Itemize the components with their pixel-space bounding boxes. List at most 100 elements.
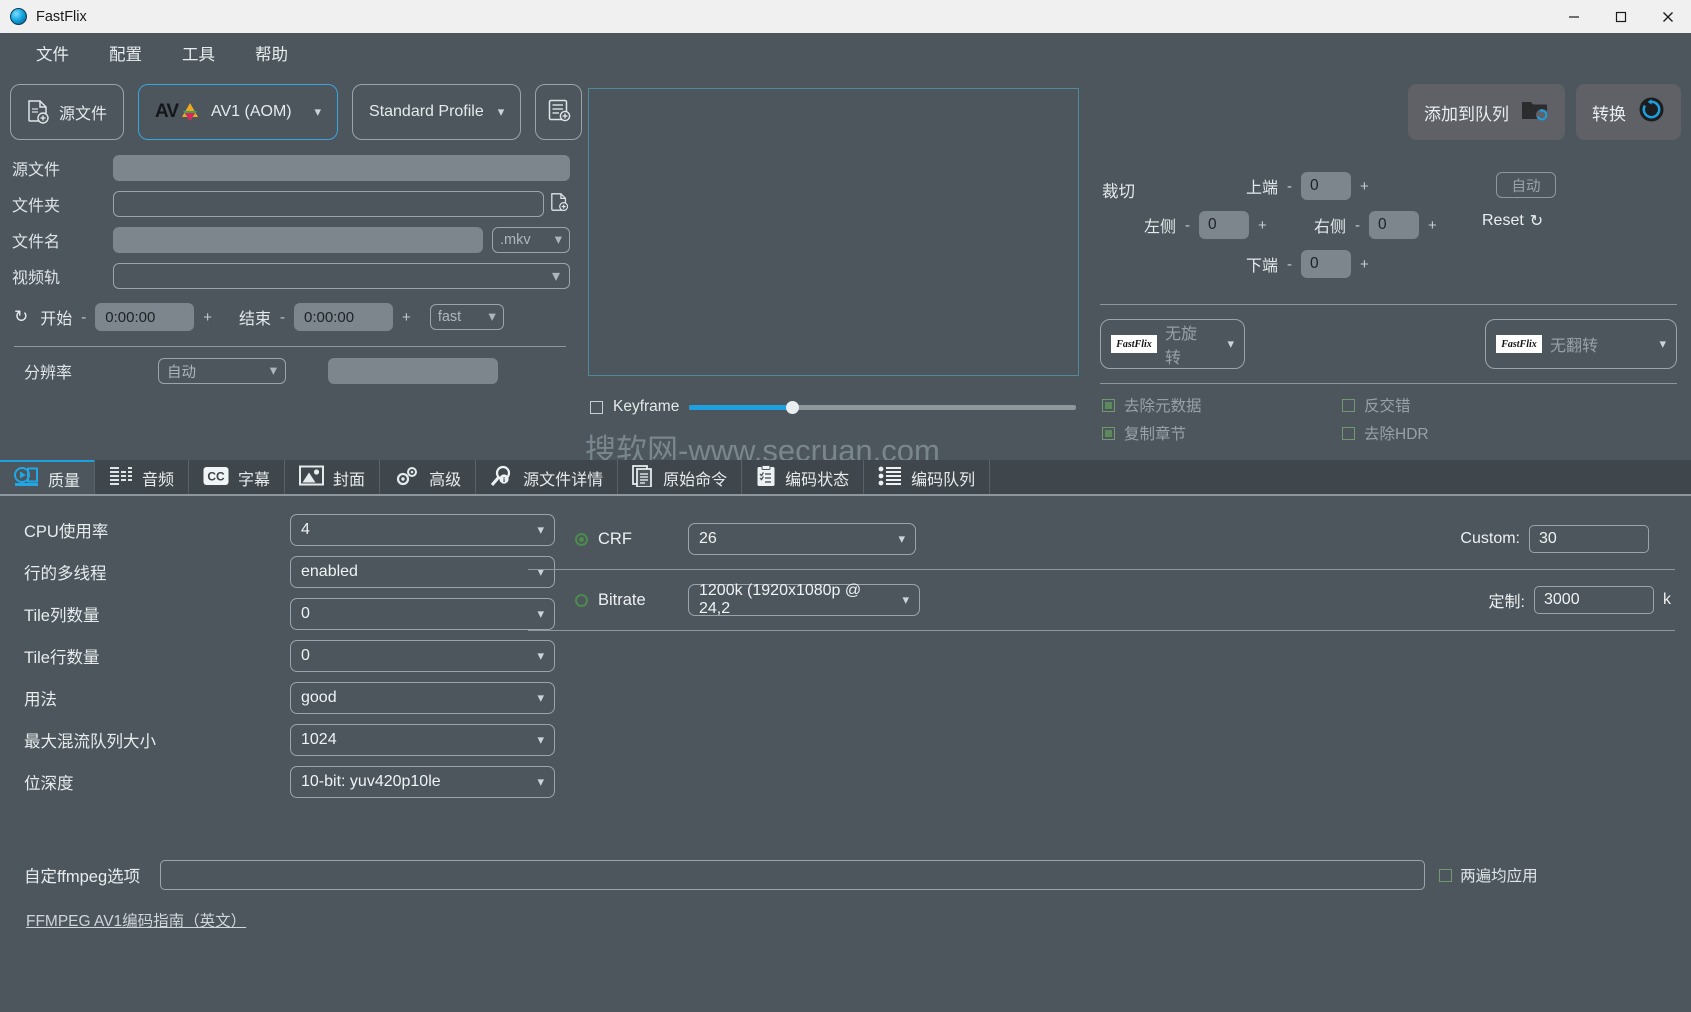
rotate-select[interactable]: FastFlix 无旋转 ▾ (1100, 319, 1245, 369)
cpu-usage-select[interactable]: 4 ▾ (290, 514, 555, 546)
crop-auto-button[interactable]: 自动 (1496, 172, 1556, 198)
resolution-custom-input[interactable] (328, 358, 499, 384)
deinterlace-checkbox-wrap[interactable]: 反交错 (1342, 394, 1582, 416)
crop-left-plus[interactable]: + (1258, 217, 1267, 234)
max-muxing-queue-select[interactable]: 1024 ▾ (290, 724, 555, 756)
crop-bottom-input[interactable]: 0 (1301, 250, 1352, 278)
tab-cover[interactable]: 封面 (285, 460, 381, 496)
document-command-icon (632, 464, 654, 492)
resolution-select[interactable]: 自动 ▾ (158, 358, 287, 384)
crop-bottom-minus[interactable]: - (1287, 256, 1292, 273)
tab-subtitle[interactable]: CC 字幕 (189, 460, 286, 496)
crf-radio[interactable] (575, 532, 588, 546)
crop-left-input[interactable]: 0 (1199, 211, 1250, 239)
option-checkbox-row-2: 复制章节 去除HDR (1096, 422, 1681, 444)
crop-right-input[interactable]: 0 (1369, 211, 1420, 239)
end-time-input[interactable]: 0:00:00 (294, 303, 394, 331)
filename-row: 文件名 .mkv ▾ (0, 222, 580, 258)
end-plus-button[interactable]: + (393, 309, 420, 326)
folder-browse-icon[interactable] (550, 192, 570, 217)
crop-reset-button[interactable]: Reset ↻ (1482, 211, 1543, 231)
menu-item-help[interactable]: 帮助 (235, 37, 308, 69)
bitrate-select[interactable]: 1200k (1920x1080p @ 24,2 ▾ (688, 582, 920, 617)
profile-select[interactable]: Standard Profile ▾ (352, 84, 522, 140)
crop-bottom-plus[interactable]: + (1360, 256, 1369, 273)
fastflix-window: FastFlix 文件 配置 工具 帮助 源文件 AV AV1 (AOM) ▾ … (0, 0, 1691, 1012)
start-plus-button[interactable]: + (194, 309, 221, 326)
end-minus-button[interactable]: - (271, 309, 294, 326)
flip-select[interactable]: FastFlix 无翻转 ▾ (1485, 319, 1677, 369)
start-time-input[interactable]: 0:00:00 (95, 303, 195, 331)
tab-audio[interactable]: 音频 (95, 460, 190, 496)
filename-input[interactable] (113, 227, 483, 253)
keyframe-checkbox[interactable] (590, 400, 603, 414)
menu-item-config[interactable]: 配置 (89, 37, 162, 69)
deinterlace-checkbox[interactable] (1342, 398, 1355, 412)
tile-columns-select[interactable]: 0 ▾ (290, 598, 555, 630)
maximize-button[interactable] (1597, 0, 1644, 33)
crf-select[interactable]: 26 ▾ (688, 523, 916, 555)
remove-hdr-checkbox[interactable] (1342, 426, 1355, 440)
tab-raw-command[interactable]: 原始命令 (618, 460, 743, 496)
start-minus-button[interactable]: - (72, 309, 95, 326)
tab-bar: 质量 音频 CC 字幕 封面 高级 i 源文件详情 原始命令 编码状态 编码队列 (0, 458, 1691, 496)
ffmpeg-options-row: 自定ffmpeg选项 两遍均应用 (0, 855, 1691, 895)
extension-select[interactable]: .mkv ▾ (492, 227, 570, 253)
crop-top-plus[interactable]: + (1360, 178, 1369, 195)
menu-item-tools[interactable]: 工具 (162, 37, 235, 69)
bitrate-radio[interactable] (575, 593, 588, 607)
preview-slider[interactable] (689, 400, 1076, 414)
ffmpeg-guide-link[interactable]: FFMPEG AV1编码指南（英文） (0, 909, 1691, 931)
add-profile-button[interactable] (535, 84, 583, 140)
two-pass-checkbox-wrap[interactable]: 两遍均应用 (1439, 864, 1538, 886)
remove-hdr-checkbox-wrap[interactable]: 去除HDR (1342, 422, 1582, 444)
source-file-input[interactable] (113, 155, 570, 181)
right-panel: 添加到队列 转换 裁切 上端 - 0 + 自动 左侧 - 0 + 右侧 - 0 … (1096, 84, 1681, 444)
remove-hdr-label: 去除HDR (1364, 426, 1429, 443)
tab-encode-status[interactable]: 编码状态 (742, 460, 865, 496)
tab-source-details[interactable]: i 源文件详情 (476, 460, 619, 496)
video-track-select[interactable]: ▾ (113, 263, 570, 289)
add-to-queue-button[interactable]: 添加到队列 (1408, 84, 1565, 140)
seek-mode-label: fast (437, 309, 462, 325)
crop-left-label: 左侧 (1144, 219, 1177, 236)
two-pass-checkbox[interactable] (1439, 868, 1453, 882)
tab-encode-queue[interactable]: 编码队列 (864, 460, 991, 496)
crop-right-plus[interactable]: + (1428, 217, 1437, 234)
rotate-value: 无旋转 (1165, 326, 1198, 367)
seek-mode-select[interactable]: fast ▾ (429, 304, 504, 330)
copy-chapters-checkbox-wrap[interactable]: 复制章节 (1102, 422, 1342, 444)
divider (1100, 304, 1677, 305)
crf-custom-input[interactable]: 30 (1529, 525, 1649, 553)
remove-metadata-checkbox[interactable] (1102, 398, 1115, 412)
folder-input[interactable] (113, 191, 544, 217)
crop-top-input[interactable]: 0 (1301, 172, 1352, 200)
trim-reset-icon[interactable]: ↻ (14, 307, 28, 327)
encoder-select[interactable]: AV AV1 (AOM) ▾ (138, 84, 339, 140)
source-file-button[interactable]: 源文件 (10, 84, 125, 140)
end-label: 结束 (239, 311, 272, 328)
close-button[interactable] (1644, 0, 1691, 33)
slider-handle[interactable] (786, 400, 799, 414)
row-mt-select[interactable]: enabled ▾ (290, 556, 555, 588)
menu-item-file[interactable]: 文件 (16, 37, 89, 69)
crop-top-minus[interactable]: - (1287, 178, 1292, 195)
ffmpeg-options-input[interactable] (160, 860, 1426, 890)
tile-rows-select[interactable]: 0 ▾ (290, 640, 555, 672)
window-title: FastFlix (36, 8, 87, 25)
bit-depth-select[interactable]: 10-bit: yuv420p10le ▾ (290, 766, 555, 798)
bitrate-unit-label: k (1663, 591, 1671, 608)
convert-button[interactable]: 转换 (1576, 84, 1681, 140)
crop-left-cluster: 左侧 - 0 + (1144, 211, 1267, 239)
usage-select[interactable]: good ▾ (290, 682, 555, 714)
remove-metadata-checkbox-wrap[interactable]: 去除元数据 (1102, 394, 1342, 416)
crop-left-minus[interactable]: - (1185, 217, 1190, 234)
minimize-button[interactable] (1550, 0, 1597, 33)
bitrate-custom-input[interactable]: 3000 (1534, 586, 1654, 614)
video-preview (588, 88, 1079, 376)
crop-right-minus[interactable]: - (1355, 217, 1360, 234)
setting-row: Tile行数量 0 ▾ (0, 635, 565, 677)
tab-quality[interactable]: 质量 (0, 460, 96, 496)
copy-chapters-checkbox[interactable] (1102, 426, 1115, 440)
tab-advanced[interactable]: 高级 (380, 460, 477, 496)
